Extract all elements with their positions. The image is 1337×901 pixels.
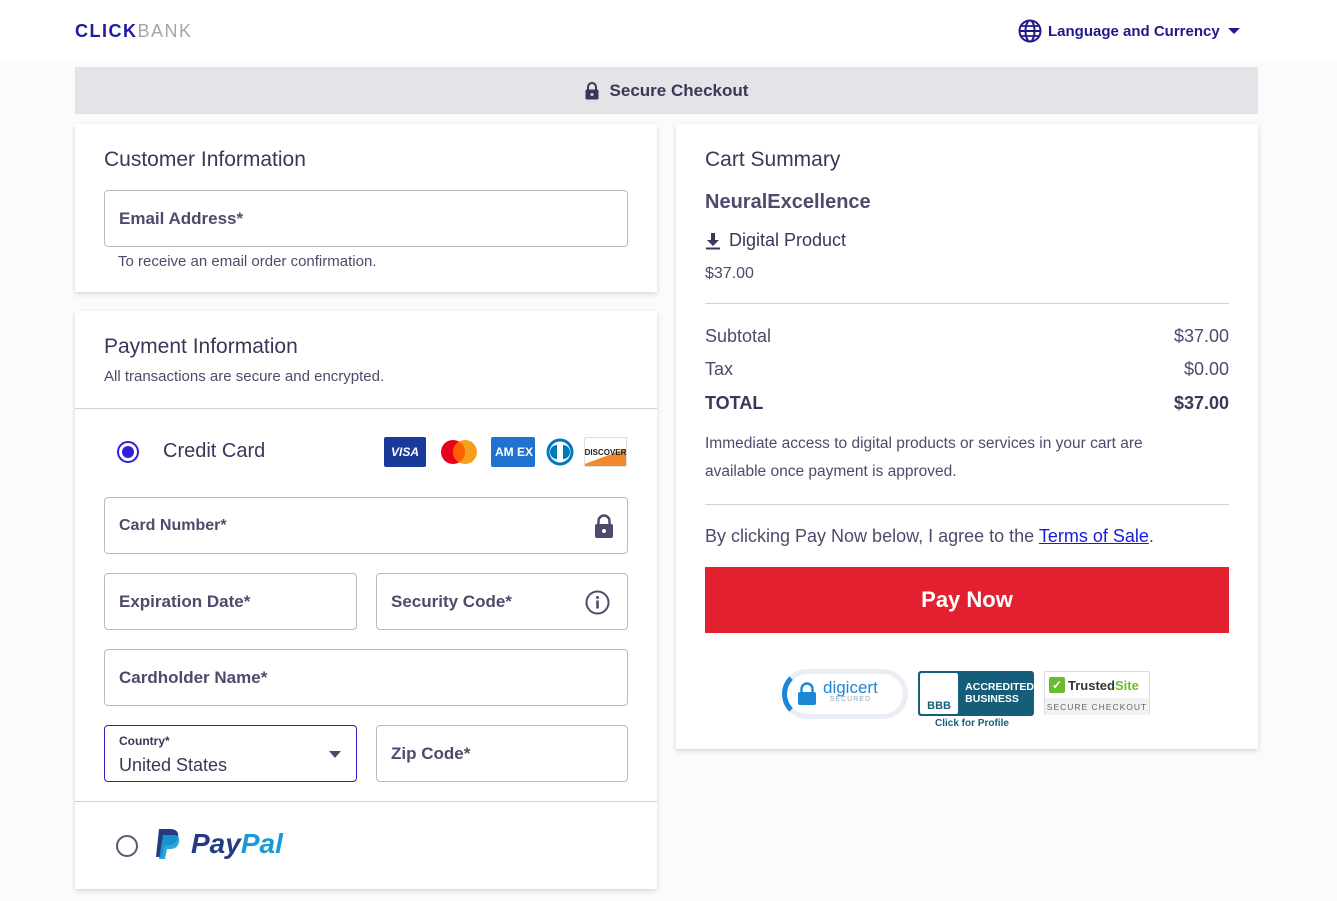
card-number-field[interactable]: Card Number* xyxy=(104,497,628,554)
language-currency-label: Language and Currency xyxy=(1048,22,1220,40)
country-label: Country* xyxy=(119,734,170,748)
terms-of-sale-link[interactable]: Terms of Sale xyxy=(1039,526,1149,546)
payment-subtitle: All transactions are secure and encrypte… xyxy=(104,368,385,385)
cart-summary-title: Cart Summary xyxy=(705,148,841,171)
credit-card-radio[interactable] xyxy=(117,441,139,463)
access-note: Immediate access to digital products or … xyxy=(705,435,1143,480)
secure-checkout-banner: Secure Checkout xyxy=(75,67,1258,114)
email-field[interactable]: Email Address* xyxy=(104,190,628,247)
divider xyxy=(705,303,1229,304)
bbb-accredited-badge[interactable]: BBB ACCREDITED BUSINESS xyxy=(918,671,1034,716)
secure-checkout-label: Secure Checkout xyxy=(609,80,749,100)
language-currency-dropdown[interactable]: Language and Currency xyxy=(1018,19,1240,43)
info-icon[interactable] xyxy=(585,590,610,615)
clickbank-logo[interactable]: CLICKBANK xyxy=(75,21,193,42)
email-helper-text: To receive an email order confirmation. xyxy=(118,253,377,270)
paypal-logo-icon xyxy=(156,829,180,859)
lock-icon xyxy=(595,514,613,538)
visa-icon: VISA xyxy=(384,437,426,467)
card-number-label: Card Number* xyxy=(119,516,227,534)
mastercard-icon xyxy=(437,437,481,467)
payment-information-title: Payment Information xyxy=(104,335,298,358)
divider xyxy=(705,504,1229,505)
amex-icon: AM EX xyxy=(491,437,535,467)
security-code-label: Security Code* xyxy=(391,591,512,611)
paypal-radio[interactable] xyxy=(116,835,138,857)
expiration-date-field[interactable]: Expiration Date* xyxy=(104,573,357,630)
country-select[interactable]: Country* United States xyxy=(104,725,357,782)
lock-icon xyxy=(585,81,599,99)
divider xyxy=(75,408,657,409)
product-name: NeuralExcellence xyxy=(705,191,871,213)
download-icon xyxy=(706,232,720,249)
subtotal-row: Subtotal $37.00 xyxy=(705,326,1229,346)
pay-now-button[interactable]: Pay Now xyxy=(705,567,1229,633)
bbb-logo: BBB xyxy=(920,673,959,714)
terms-agreement: By clicking Pay Now below, I agree to th… xyxy=(705,526,1154,546)
top-bar: CLICKBANK Language and Currency xyxy=(0,0,1337,62)
cardholder-name-label: Cardholder Name* xyxy=(119,667,268,687)
caret-down-icon xyxy=(329,751,341,758)
country-value: United States xyxy=(119,755,228,775)
digicert-badge[interactable]: digicert SECURED xyxy=(782,669,908,719)
diners-club-icon xyxy=(545,437,575,467)
product-price: $37.00 xyxy=(705,265,754,282)
divider xyxy=(75,801,657,802)
globe-icon xyxy=(1018,19,1042,43)
cart-summary-card: Cart Summary NeuralExcellence Digital Pr… xyxy=(676,124,1258,749)
padlock-icon xyxy=(798,682,816,705)
customer-information-title: Customer Information xyxy=(104,148,306,171)
product-type: Digital Product xyxy=(705,230,846,251)
total-row: TOTAL $37.00 xyxy=(705,393,1229,413)
zip-code-label: Zip Code* xyxy=(391,743,471,763)
paypal-option[interactable]: PayPal xyxy=(153,827,283,861)
tax-row: Tax $0.00 xyxy=(705,359,1229,379)
paypal-wordmark: PayPal xyxy=(191,828,283,859)
zip-code-field[interactable]: Zip Code* xyxy=(376,725,628,782)
expiration-date-label: Expiration Date* xyxy=(119,591,251,611)
cardholder-name-field[interactable]: Cardholder Name* xyxy=(104,649,628,706)
security-code-field[interactable]: Security Code* xyxy=(376,573,628,630)
payment-information-card: Payment Information All transactions are… xyxy=(75,311,657,889)
bbb-click-for-profile-link[interactable]: Click for Profile xyxy=(935,718,1009,729)
credit-card-label[interactable]: Credit Card xyxy=(163,440,265,463)
email-label: Email Address* xyxy=(119,208,244,228)
trustedsite-badge[interactable]: ✓ Trusted Site SECURE CHECKOUT xyxy=(1044,671,1150,715)
customer-information-card: Customer Information Email Address* To r… xyxy=(75,124,657,292)
caret-down-icon xyxy=(1227,28,1240,34)
checkmark-icon: ✓ xyxy=(1049,677,1065,693)
discover-icon: DISCOVER xyxy=(584,437,627,467)
